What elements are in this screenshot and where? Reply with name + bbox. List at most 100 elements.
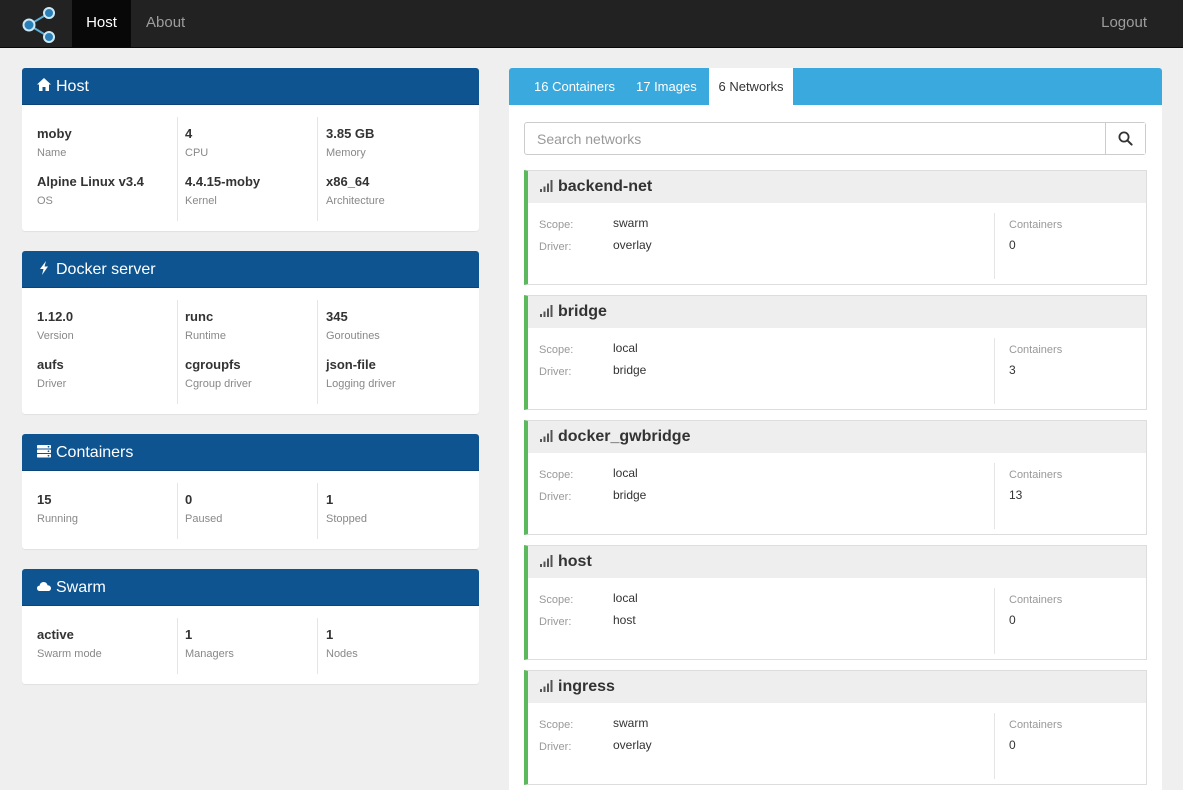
nav-host-tab[interactable]: Host bbox=[72, 0, 131, 48]
docker-server-panel-title: Docker server bbox=[56, 261, 156, 278]
search-networks-input[interactable] bbox=[525, 123, 1107, 154]
scope-value: local bbox=[613, 466, 638, 480]
host-name-value: moby bbox=[37, 126, 72, 141]
tab-containers[interactable]: 16 Containers bbox=[534, 68, 615, 105]
swarm-panel-title: Swarm bbox=[56, 579, 106, 596]
host-arch-value: x86_64 bbox=[326, 174, 370, 189]
swarm-mode-value: active bbox=[37, 627, 74, 642]
network-name: host bbox=[558, 553, 592, 570]
docker-runtime-label: Runtime bbox=[185, 330, 226, 342]
docker-driver-label: Driver bbox=[37, 378, 67, 390]
scope-label: Scope: bbox=[539, 219, 574, 231]
home-icon bbox=[37, 78, 51, 91]
host-arch-label: Architecture bbox=[326, 195, 385, 207]
host-os-value: Alpine Linux v3.4 bbox=[37, 174, 144, 189]
containers-label: Containers bbox=[1009, 594, 1063, 606]
containers-count: 3 bbox=[1009, 363, 1016, 377]
scope-label: Scope: bbox=[539, 344, 574, 356]
docker-logging-label: Logging driver bbox=[326, 378, 396, 390]
network-card[interactable]: docker_gwbridge Scope: local Driver: bri… bbox=[524, 420, 1147, 535]
containers-count: 0 bbox=[1009, 738, 1016, 752]
containers-count: 13 bbox=[1009, 488, 1023, 502]
containers-stopped-value: 1 bbox=[326, 492, 334, 507]
host-panel-header: Host bbox=[22, 68, 479, 105]
containers-stopped-label: Stopped bbox=[326, 513, 367, 525]
search-icon bbox=[1118, 131, 1133, 146]
scope-value: local bbox=[613, 591, 638, 605]
host-kernel-value: 4.4.15-moby bbox=[185, 174, 261, 189]
resource-tabs: 16 Containers 17 Images 6 Networks bbox=[509, 68, 1162, 105]
network-card[interactable]: backend-net Scope: swarm Driver: overlay… bbox=[524, 170, 1147, 285]
search-button[interactable] bbox=[1105, 123, 1145, 154]
host-panel: Host moby Name 4 CPU 3.85 GB Memory Alpine … bbox=[22, 68, 479, 231]
swarm-panel-header: Swarm bbox=[22, 569, 479, 606]
docker-goroutines-label: Goroutines bbox=[326, 330, 380, 342]
docker-version-value: 1.12.0 bbox=[37, 309, 74, 324]
containers-running-value: 15 bbox=[37, 492, 52, 507]
scope-value: swarm bbox=[613, 216, 649, 230]
driver-label: Driver: bbox=[539, 366, 572, 378]
signal-icon bbox=[540, 305, 553, 317]
docker-goroutines-value: 345 bbox=[326, 309, 348, 324]
containers-count: 0 bbox=[1009, 238, 1016, 252]
driver-value: host bbox=[613, 613, 636, 627]
top-navbar: Host About Logout bbox=[0, 0, 1183, 48]
host-os-label: OS bbox=[37, 195, 53, 207]
network-name: bridge bbox=[558, 303, 607, 320]
server-icon bbox=[37, 445, 51, 458]
network-name: docker_gwbridge bbox=[558, 428, 691, 445]
network-name: ingress bbox=[558, 678, 615, 695]
app-logo[interactable] bbox=[0, 0, 72, 48]
containers-label: Containers bbox=[1009, 719, 1063, 731]
driver-value: overlay bbox=[613, 738, 652, 752]
signal-icon bbox=[540, 680, 553, 692]
host-panel-title: Host bbox=[56, 78, 89, 95]
logout-link[interactable]: Logout bbox=[1087, 0, 1161, 48]
host-memory-value: 3.85 GB bbox=[326, 126, 375, 141]
containers-paused-label: Paused bbox=[185, 513, 223, 525]
scope-label: Scope: bbox=[539, 719, 574, 731]
tab-networks[interactable]: 6 Networks bbox=[709, 68, 793, 105]
network-logo-icon bbox=[22, 7, 55, 43]
swarm-mode-label: Swarm mode bbox=[37, 648, 102, 660]
network-card[interactable]: host Scope: local Driver: host Container… bbox=[524, 545, 1147, 660]
cloud-icon bbox=[37, 582, 51, 591]
containers-paused-value: 0 bbox=[185, 492, 193, 507]
resources-panel: 16 Containers 17 Images 6 Networks backe… bbox=[509, 68, 1162, 790]
network-card[interactable]: bridge Scope: local Driver: bridge Conta… bbox=[524, 295, 1147, 410]
swarm-managers-value: 1 bbox=[185, 627, 193, 642]
host-kernel-label: Kernel bbox=[185, 195, 217, 207]
docker-logging-value: json-file bbox=[326, 357, 376, 372]
docker-runtime-value: runc bbox=[185, 309, 214, 324]
docker-version-label: Version bbox=[37, 330, 74, 342]
driver-value: overlay bbox=[613, 238, 652, 252]
scope-value: swarm bbox=[613, 716, 649, 730]
tab-images[interactable]: 17 Images bbox=[636, 68, 697, 105]
scope-label: Scope: bbox=[539, 469, 574, 481]
containers-label: Containers bbox=[1009, 344, 1063, 356]
driver-label: Driver: bbox=[539, 491, 572, 503]
nav-about-tab[interactable]: About bbox=[131, 0, 200, 48]
driver-label: Driver: bbox=[539, 241, 572, 253]
signal-icon bbox=[540, 555, 553, 567]
docker-driver-value: aufs bbox=[37, 357, 64, 372]
docker-server-panel: Docker server 1.12.0 Version runc Runtime … bbox=[22, 251, 479, 414]
driver-value: bridge bbox=[613, 488, 647, 502]
network-name: backend-net bbox=[558, 178, 653, 195]
network-card[interactable]: ingress Scope: swarm Driver: overlay Con… bbox=[524, 670, 1147, 785]
signal-icon bbox=[540, 180, 553, 192]
swarm-managers-label: Managers bbox=[185, 648, 234, 660]
docker-cgroup-label: Cgroup driver bbox=[185, 378, 252, 390]
host-cpu-value: 4 bbox=[185, 126, 193, 141]
host-memory-label: Memory bbox=[326, 147, 366, 159]
containers-count: 0 bbox=[1009, 613, 1016, 627]
containers-panel-title: Containers bbox=[56, 444, 134, 461]
containers-running-label: Running bbox=[37, 513, 78, 525]
signal-icon bbox=[540, 430, 553, 442]
swarm-nodes-value: 1 bbox=[326, 627, 334, 642]
scope-label: Scope: bbox=[539, 594, 574, 606]
scope-value: local bbox=[613, 341, 638, 355]
search-box bbox=[524, 122, 1146, 155]
driver-label: Driver: bbox=[539, 741, 572, 753]
swarm-nodes-label: Nodes bbox=[326, 648, 358, 660]
